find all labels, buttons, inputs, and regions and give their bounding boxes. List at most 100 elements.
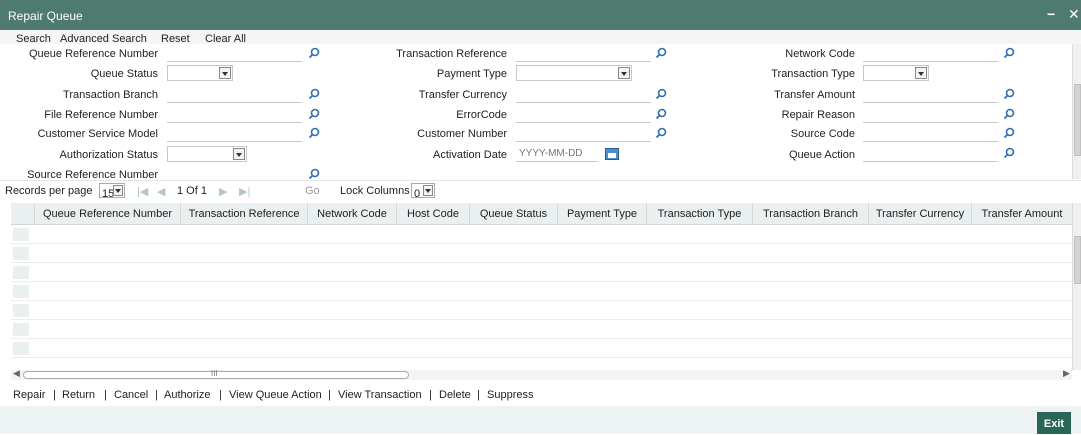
first-page-icon[interactable]: |◀ [137,185,148,198]
column-header[interactable]: Queue Status [470,203,558,225]
payment-type-select[interactable] [516,65,632,81]
prev-page-icon[interactable]: ◀ [157,185,165,198]
transaction-branch-search-icon[interactable] [308,88,320,100]
scroll-left-icon[interactable]: ◀ [13,368,20,379]
lock-columns-value: 0 [414,188,421,200]
queue-reference-number-label: Queue Reference Number [28,48,158,60]
transfer-amount-search-icon[interactable] [1003,88,1015,100]
table-row[interactable] [11,282,1072,301]
row-checkbox[interactable] [13,323,29,336]
last-page-icon[interactable]: ▶| [239,185,250,198]
column-header[interactable]: Transfer Amount [972,203,1072,225]
column-header[interactable]: Transfer Currency [869,203,972,225]
row-checkbox[interactable] [13,266,29,279]
file-reference-number-input[interactable] [167,107,302,123]
row-checkbox[interactable] [13,304,29,317]
source-code-search-icon[interactable] [1003,127,1015,139]
table-row[interactable] [11,301,1072,320]
horizontal-scroll-thumb[interactable]: III [23,369,409,379]
error-code-input[interactable] [516,107,651,123]
queue-reference-number-input[interactable] [167,46,302,62]
table-row[interactable] [11,320,1072,339]
calendar-icon[interactable] [605,148,619,160]
authorization-status-select[interactable] [167,146,247,162]
view-queue-action[interactable]: View Queue Action [229,389,322,401]
transfer-currency-search-icon[interactable] [655,88,667,100]
separator: | [53,389,56,401]
table-scrollbar-thumb[interactable] [1074,236,1081,284]
column-header[interactable]: Host Code [397,203,470,225]
select-all-column[interactable] [11,203,35,225]
row-checkbox[interactable] [13,285,29,298]
queue-action-input[interactable] [863,146,998,162]
transaction-reference-search-icon[interactable] [655,47,667,59]
network-code-search-icon[interactable] [1003,47,1015,59]
transaction-type-select[interactable] [863,65,929,81]
network-code-input[interactable] [863,46,998,62]
customer-service-model-input[interactable] [167,126,302,142]
customer-number-input[interactable] [516,126,651,142]
table-horizontal-scrollbar[interactable]: ◀ III ▶ [11,368,1072,380]
separator: | [429,389,432,401]
suppress-action[interactable]: Suppress [487,389,533,401]
action-bar: Repair | Return | Cancel | Authorize | V… [0,386,1081,406]
view-transaction-action[interactable]: View Transaction [338,389,422,401]
row-checkbox[interactable] [13,342,29,355]
lock-columns-select[interactable]: 0 [411,183,435,200]
column-header[interactable]: Payment Type [558,203,647,225]
transaction-branch-input[interactable] [167,87,302,103]
column-header[interactable]: Queue Reference Number [35,203,181,225]
records-per-page-select[interactable]: 15 [99,183,125,200]
scroll-right-icon[interactable]: ▶ [1063,368,1070,379]
customer-number-search-icon[interactable] [655,127,667,139]
form-scrollbar-thumb[interactable] [1074,84,1081,156]
file-reference-number-label: File Reference Number [44,109,158,121]
error-code-search-icon[interactable] [655,108,667,120]
source-code-label: Source Code [790,128,855,140]
queue-status-select[interactable] [167,65,233,81]
source-code-input[interactable] [863,126,998,142]
separator: | [328,389,331,401]
table-row[interactable] [11,339,1072,358]
transaction-reference-input[interactable] [516,46,651,62]
authorize-action[interactable]: Authorize [164,389,210,401]
form-scrollbar[interactable] [1072,44,1081,179]
table-row[interactable] [11,225,1072,244]
queue-action-search-icon[interactable] [1003,147,1015,159]
activation-date-input[interactable] [516,146,598,162]
close-button[interactable]: ✕ [1068,6,1080,23]
table-row[interactable] [11,263,1072,282]
column-header[interactable]: Transaction Type [647,203,753,225]
repair-reason-search-icon[interactable] [1003,108,1015,120]
column-header[interactable]: Transaction Branch [753,203,869,225]
chevron-down-icon [915,67,927,79]
row-checkbox[interactable] [13,228,29,241]
repair-action[interactable]: Repair [13,389,45,401]
row-checkbox[interactable] [13,247,29,260]
column-header[interactable]: Transaction Reference [181,203,308,225]
return-action[interactable]: Return [62,389,95,401]
chevron-down-icon [618,67,630,79]
file-reference-number-search-icon[interactable] [308,108,320,120]
repair-reason-input[interactable] [863,107,998,123]
table-row[interactable] [11,244,1072,263]
cancel-action[interactable]: Cancel [114,389,148,401]
exit-button[interactable]: Exit [1037,412,1071,434]
table-scrollbar[interactable] [1072,203,1081,370]
window-title: Repair Queue [8,9,83,23]
minimize-button[interactable]: − [1047,6,1055,22]
results-table-header: Queue Reference Number Transaction Refer… [11,203,1072,225]
customer-service-model-search-icon[interactable] [308,127,320,139]
customer-service-model-label: Customer Service Model [37,128,158,140]
transfer-currency-input[interactable] [516,87,651,103]
delete-action[interactable]: Delete [439,389,471,401]
queue-reference-number-search-icon[interactable] [308,47,320,59]
transaction-reference-label: Transaction Reference [396,48,507,60]
source-reference-number-search-icon[interactable] [308,168,320,180]
separator: | [155,389,158,401]
go-button[interactable]: Go [305,185,320,197]
column-header[interactable]: Network Code [308,203,397,225]
authorization-status-label: Authorization Status [59,149,158,161]
next-page-icon[interactable]: ▶ [219,185,227,198]
transfer-amount-input[interactable] [863,87,998,103]
